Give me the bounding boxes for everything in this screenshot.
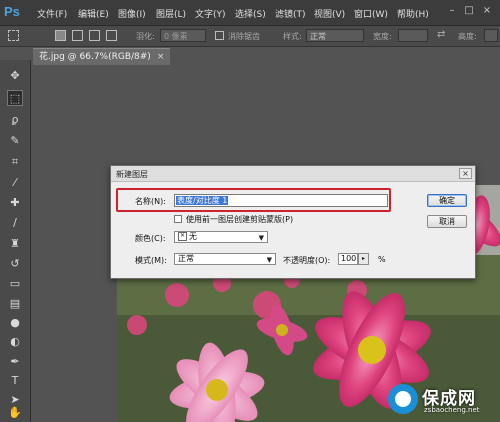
- crop-tool-icon[interactable]: ⌗: [7, 154, 23, 170]
- watermark-logo-icon: [388, 384, 418, 414]
- stamp-tool-icon[interactable]: ♜: [7, 236, 23, 252]
- opacity-stepper-icon[interactable]: ▸: [358, 253, 369, 265]
- close-icon[interactable]: ×: [481, 5, 493, 17]
- mode-select[interactable]: 正常 ▼: [174, 253, 276, 265]
- menu-type[interactable]: 文字(Y): [195, 7, 226, 20]
- clip-mask-checkbox[interactable]: [174, 215, 182, 223]
- toolbox: ✥ ⬚ ϼ ✎ ⌗ ⁄ ✚ ∕ ♜ ↺ ▭ ▤ ● ◐ ✒ T ➤ ✋: [0, 60, 31, 422]
- swap-icon[interactable]: ⇄: [437, 29, 445, 40]
- dialog-close-icon[interactable]: ×: [459, 168, 472, 179]
- no-color-icon: ×: [178, 232, 187, 241]
- marquee-tool-icon[interactable]: ⬚: [7, 90, 23, 106]
- photoshop-logo: Ps: [4, 4, 20, 19]
- menu-filter[interactable]: 滤镜(T): [275, 7, 306, 20]
- document-tab-title: 花.jpg @ 66.7%(RGB/8#): [39, 52, 151, 62]
- menu-bar: Ps 文件(F) 编辑(E) 图像(I) 图层(L) 文字(Y) 选择(S) 滤…: [0, 0, 500, 26]
- eyedropper-tool-icon[interactable]: ⁄: [7, 175, 23, 191]
- chevron-down-icon: ▼: [258, 234, 264, 242]
- eraser-tool-icon[interactable]: ▭: [7, 276, 23, 292]
- style-label: 样式:: [283, 32, 302, 41]
- menu-image[interactable]: 图像(I): [118, 7, 146, 20]
- healing-tool-icon[interactable]: ✚: [7, 195, 23, 211]
- menu-help[interactable]: 帮助(H): [397, 7, 429, 20]
- lasso-tool-icon[interactable]: ϼ: [7, 112, 23, 128]
- feather-label: 羽化:: [136, 32, 155, 41]
- opacity-unit: %: [378, 255, 386, 264]
- blur-tool-icon[interactable]: ●: [7, 315, 23, 331]
- intersect-selection-icon[interactable]: [106, 30, 117, 41]
- document-tab[interactable]: 花.jpg @ 66.7%(RGB/8#) ×: [33, 48, 171, 65]
- new-layer-dialog: 新建图层 × 名称(N): 表度/对比度 1 使用前一图层创建剪贴蒙版(P) 颜…: [110, 165, 476, 279]
- document-close-icon[interactable]: ×: [157, 52, 165, 62]
- antialias-checkbox[interactable]: [215, 31, 224, 40]
- cancel-button[interactable]: 取消: [427, 215, 467, 228]
- color-select[interactable]: × 无 ▼: [174, 231, 268, 243]
- width-label: 宽度:: [373, 32, 392, 41]
- watermark: 保成网 zsbaocheng.net: [388, 382, 498, 418]
- menu-window[interactable]: 窗口(W): [354, 7, 388, 20]
- add-selection-icon[interactable]: [72, 30, 83, 41]
- hand-tool-icon[interactable]: ✋: [7, 406, 23, 420]
- gradient-tool-icon[interactable]: ▤: [7, 296, 23, 312]
- move-tool-icon[interactable]: ✥: [7, 68, 23, 84]
- mode-label: 模式(M):: [135, 256, 167, 265]
- maximize-icon[interactable]: □: [463, 5, 475, 17]
- chevron-down-icon: ▼: [266, 256, 272, 264]
- history-brush-tool-icon[interactable]: ↺: [7, 256, 23, 272]
- brush-tool-icon[interactable]: ∕: [7, 215, 23, 231]
- height-label: 高度:: [458, 32, 477, 41]
- mode-value: 正常: [178, 254, 194, 263]
- opacity-label: 不透明度(O):: [283, 256, 331, 265]
- color-value: 无: [189, 232, 197, 241]
- minimize-icon[interactable]: –: [446, 5, 458, 17]
- watermark-url: zsbaocheng.net: [424, 406, 480, 414]
- width-input[interactable]: [398, 29, 428, 42]
- menu-view[interactable]: 视图(V): [314, 7, 345, 20]
- pen-tool-icon[interactable]: ✒: [7, 354, 23, 370]
- menu-select[interactable]: 选择(S): [235, 7, 266, 20]
- color-label: 颜色(C):: [135, 234, 166, 243]
- style-select[interactable]: 正常: [306, 29, 364, 42]
- marquee-preset-icon[interactable]: [8, 30, 19, 41]
- dialog-titlebar[interactable]: 新建图层 ×: [111, 166, 475, 182]
- type-tool-icon[interactable]: T: [7, 373, 23, 389]
- dialog-title: 新建图层: [116, 170, 148, 179]
- antialias-label: 消除锯齿: [228, 32, 260, 41]
- menu-edit[interactable]: 编辑(E): [78, 7, 109, 20]
- dodge-tool-icon[interactable]: ◐: [7, 334, 23, 350]
- opacity-input[interactable]: 100: [338, 253, 358, 265]
- quick-select-tool-icon[interactable]: ✎: [7, 133, 23, 149]
- new-selection-icon[interactable]: [55, 30, 66, 41]
- options-bar: 羽化: 0 像素 消除锯齿 样式: 正常 宽度: ⇄ 高度:: [0, 26, 500, 47]
- feather-input[interactable]: 0 像素: [160, 29, 206, 42]
- clip-mask-label: 使用前一图层创建剪贴蒙版(P): [186, 215, 294, 224]
- menu-layer[interactable]: 图层(L): [156, 7, 186, 20]
- height-input[interactable]: [484, 29, 498, 42]
- menu-file[interactable]: 文件(F): [37, 7, 67, 20]
- ok-button[interactable]: 确定: [427, 194, 467, 207]
- subtract-selection-icon[interactable]: [89, 30, 100, 41]
- highlight-frame: [116, 188, 391, 212]
